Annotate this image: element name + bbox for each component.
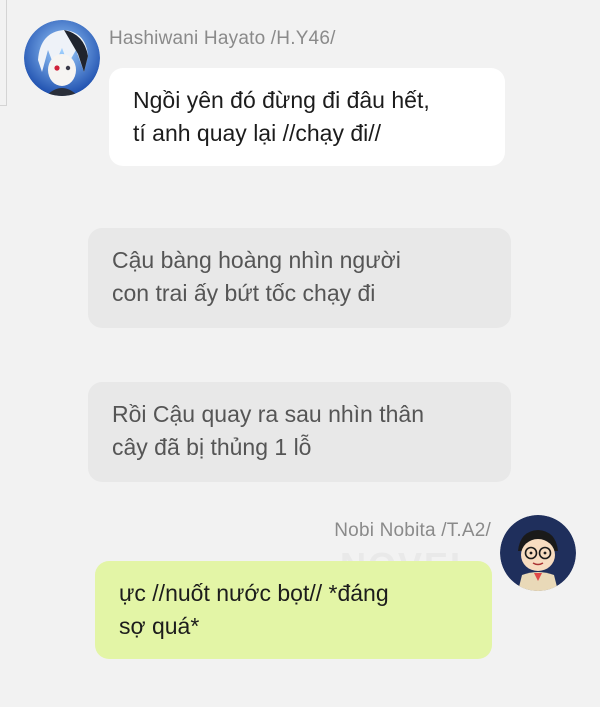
nobita-avatar[interactable] xyxy=(500,515,576,591)
nobita-avatar-icon xyxy=(500,515,576,591)
left-edge-divider xyxy=(0,0,7,106)
narration-line: con trai ấy bứt tốc chạy đi xyxy=(112,280,376,306)
narration-bubble: Cậu bàng hoàng nhìn người con trai ấy bứ… xyxy=(88,228,511,328)
message-line: Ngồi yên đó đừng đi đâu hết, xyxy=(133,87,430,113)
narration-bubble: Rồi Cậu quay ra sau nhìn thân cây đã bị … xyxy=(88,382,511,482)
message-line: sợ quá* xyxy=(119,613,200,639)
anime-boy-avatar-icon xyxy=(24,20,100,96)
message-line: ực //nuốt nước bọt// *đáng xyxy=(119,580,389,606)
sender-name: Nobi Nobita /T.A2/ xyxy=(334,520,491,541)
narration-line: Rồi Cậu quay ra sau nhìn thân xyxy=(112,401,424,427)
narration-line: Cậu bàng hoàng nhìn người xyxy=(112,247,401,273)
message-bubble-outgoing: ực //nuốt nước bọt// *đáng sợ quá* xyxy=(95,561,492,659)
hashiwani-avatar[interactable] xyxy=(24,20,100,96)
message-bubble: Ngồi yên đó đừng đi đâu hết, tí anh quay… xyxy=(109,68,505,166)
narration-line: cây đã bị thủng 1 lỗ xyxy=(112,434,312,460)
message-line: tí anh quay lại //chạy đi// xyxy=(133,120,382,146)
sender-name: Hashiwani Hayato /H.Y46/ xyxy=(109,28,336,49)
